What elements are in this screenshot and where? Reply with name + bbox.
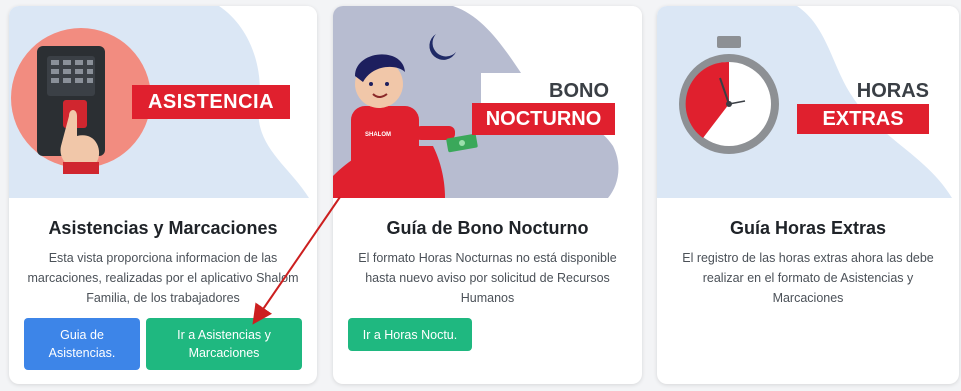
horas-banner-bottom: EXTRAS xyxy=(797,104,929,134)
card-description: Esta vista proporciona informacion de la… xyxy=(27,251,299,305)
horas-banner-top: HORAS xyxy=(856,80,929,102)
ir-horas-nocturnas-button[interactable]: Ir a Horas Noctu. xyxy=(348,318,472,351)
card-description: El formato Horas Nocturnas no está dispo… xyxy=(358,251,617,305)
horas-extras-hero-image: HORAS EXTRAS xyxy=(657,6,959,198)
bono-banner-bottom: NOCTURNO xyxy=(472,103,615,135)
asistencia-hero-image: ASISTENCIA xyxy=(9,6,317,198)
card-title: Guía Horas Extras xyxy=(729,218,887,238)
guia-asistencias-button[interactable]: Guia de Asistencias. xyxy=(24,318,140,370)
bono-nocturno-hero-image: SHALOM BONO NOCTURNO xyxy=(333,6,642,198)
bono-banner-top: BONO xyxy=(549,80,609,102)
card-description: El registro de las horas extras ahora la… xyxy=(682,251,934,305)
card-title: Guía de Bono Nocturno xyxy=(386,218,589,238)
horas-extras-card: HORAS EXTRAS Guía Horas Extras El regist… xyxy=(657,6,959,384)
asistencia-card: ASISTENCIA Asistencias y Marcaciones Est… xyxy=(9,6,317,384)
bono-nocturno-card: SHALOM BONO NOCTURNO Guía de Bono Noctur… xyxy=(333,6,642,384)
asistencia-banner: ASISTENCIA xyxy=(132,85,290,119)
ir-asistencias-button[interactable]: Ir a Asistencias y Marcaciones xyxy=(146,318,302,370)
card-title: Asistencias y Marcaciones xyxy=(48,218,278,238)
shirt-logo-text: SHALOM xyxy=(365,132,391,138)
